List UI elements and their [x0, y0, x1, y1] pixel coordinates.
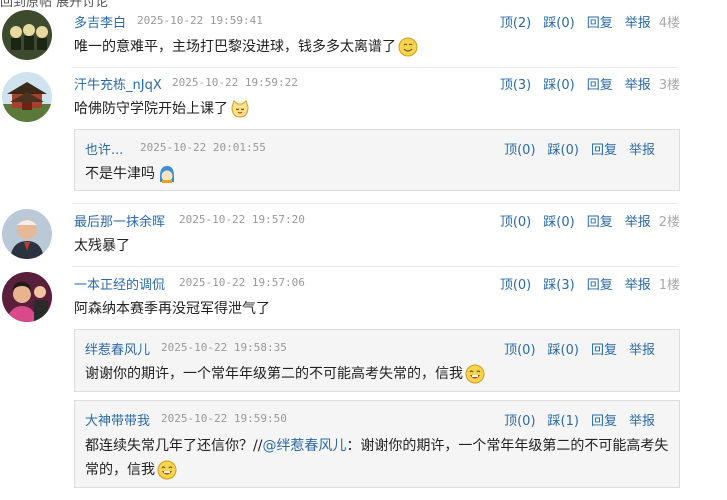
comment-time: 2025-10-22 19:59:41 — [137, 14, 263, 27]
divider — [72, 266, 678, 267]
upvote-button[interactable]: 顶(0) — [504, 343, 535, 358]
downvote-button[interactable]: 踩(0) — [543, 215, 574, 230]
avatar[interactable] — [2, 72, 52, 122]
reply-actions: 顶(0) 踩(0) 回复 举报 — [492, 139, 655, 158]
report-button[interactable]: 举报 — [625, 16, 651, 31]
reply-box: 大神带带我 2025-10-22 19:59:50 顶(0) 踩(1) 回复 举报 都… — [74, 400, 680, 488]
comment-text: 阿森纳本赛季再没冠军得泄气了 — [74, 301, 270, 317]
reply-button[interactable]: 回复 — [587, 215, 613, 230]
avatar[interactable] — [2, 272, 52, 322]
reply-time: 2025-10-22 19:59:50 — [161, 412, 287, 425]
reply-text: 谢谢你的期许，一个常年年级第二的不可能高考失常的，信我 — [85, 363, 485, 384]
avatar[interactable] — [2, 209, 52, 259]
smile-sweat-icon — [398, 37, 418, 57]
upvote-button[interactable]: 顶(0) — [500, 278, 531, 293]
report-button[interactable]: 举报 — [629, 343, 655, 358]
reply-time: 2025-10-22 19:58:35 — [161, 341, 287, 354]
report-button[interactable]: 举报 — [625, 215, 651, 230]
upvote-button[interactable]: 顶(0) — [504, 143, 535, 158]
comment-text: 太残暴了 — [74, 238, 130, 254]
reply-button[interactable]: 回复 — [591, 343, 617, 358]
reply-box: 绊惹春风儿 2025-10-22 19:58:35 顶(0) 踩(0) 回复 举报 谢… — [74, 329, 680, 392]
floor-number: 3楼 — [658, 78, 680, 93]
laughing-face-icon — [465, 364, 485, 384]
reply-button[interactable]: 回复 — [587, 278, 613, 293]
reply-text-continued: 常的，信我 — [85, 459, 177, 480]
reply-actions: 顶(0) 踩(0) 回复 举报 — [492, 339, 655, 358]
downvote-button[interactable]: 踩(0) — [543, 78, 574, 93]
cat-face-icon — [230, 99, 250, 119]
comment-actions: 顶(0) 踩(0) 回复 举报 2楼 — [488, 211, 680, 230]
reply-author[interactable]: 大神带带我 — [85, 410, 150, 429]
upvote-button[interactable]: 顶(0) — [500, 215, 531, 230]
divider — [72, 203, 678, 204]
comment-author[interactable]: 汗牛充栋_nJqX — [74, 74, 162, 93]
reply-button[interactable]: 回复 — [587, 78, 613, 93]
report-button[interactable]: 举报 — [629, 143, 655, 158]
reply-text: 都连续失常几年了还信你？//@绊惹春风儿：谢谢你的期许，一个常年年级第二的不可能… — [85, 438, 669, 454]
report-button[interactable]: 举报 — [625, 78, 651, 93]
reply-text: 不是牛津吗 — [85, 163, 177, 184]
floor-number: 4楼 — [658, 16, 680, 31]
comment-author[interactable]: 一本正经的调侃 — [74, 274, 165, 293]
downvote-button[interactable]: 踩(0) — [543, 16, 574, 31]
upvote-button[interactable]: 顶(2) — [500, 16, 531, 31]
comment-text: 哈佛防守学院开始上课了 — [74, 98, 250, 119]
downvote-button[interactable]: 踩(3) — [543, 278, 574, 293]
floor-number: 2楼 — [658, 215, 680, 230]
comment-time: 2025-10-22 19:59:22 — [172, 76, 298, 89]
upvote-button[interactable]: 顶(0) — [504, 414, 535, 429]
comment-text: 唯一的意难平，主场打巴黎没进球，钱多多太离谱了 — [74, 36, 418, 57]
report-button[interactable]: 举报 — [625, 278, 651, 293]
floor-number: 1楼 — [658, 278, 680, 293]
reply-author[interactable]: 绊惹春风儿 — [85, 339, 150, 358]
reply-time: 2025-10-22 20:01:55 — [140, 141, 266, 154]
comment-actions: 顶(0) 踩(3) 回复 举报 1楼 — [488, 274, 680, 293]
blue-hair-girl-icon — [157, 164, 177, 184]
mention-link[interactable]: @绊惹春风儿 — [262, 438, 346, 454]
reply-actions: 顶(0) 踩(1) 回复 举报 — [492, 410, 655, 429]
comment-actions: 顶(2) 踩(0) 回复 举报 4楼 — [488, 12, 680, 31]
top-cut-fragment[interactable]: 回到原帖 展开讨论 — [0, 0, 108, 10]
comment-author[interactable]: 多吉李白 — [74, 12, 126, 31]
downvote-button[interactable]: 踩(0) — [548, 343, 579, 358]
divider — [72, 67, 678, 68]
reply-button[interactable]: 回复 — [587, 16, 613, 31]
comment-time: 2025-10-22 19:57:06 — [179, 276, 305, 289]
laughing-face-icon — [157, 460, 177, 480]
downvote-button[interactable]: 踩(0) — [548, 143, 579, 158]
comment-time: 2025-10-22 19:57:20 — [179, 213, 305, 226]
reply-button[interactable]: 回复 — [591, 414, 617, 429]
reply-button[interactable]: 回复 — [591, 143, 617, 158]
comment-actions: 顶(3) 踩(0) 回复 举报 3楼 — [488, 74, 680, 93]
comment-author[interactable]: 最后那一抹余晖 — [74, 211, 165, 230]
reply-author[interactable]: 也许... — [85, 139, 123, 158]
reply-box: 也许... 2025-10-22 20:01:55 顶(0) 踩(0) 回复 举报 不… — [74, 129, 680, 191]
avatar[interactable] — [2, 10, 52, 60]
upvote-button[interactable]: 顶(3) — [500, 78, 531, 93]
downvote-button[interactable]: 踩(1) — [548, 414, 579, 429]
report-button[interactable]: 举报 — [629, 414, 655, 429]
